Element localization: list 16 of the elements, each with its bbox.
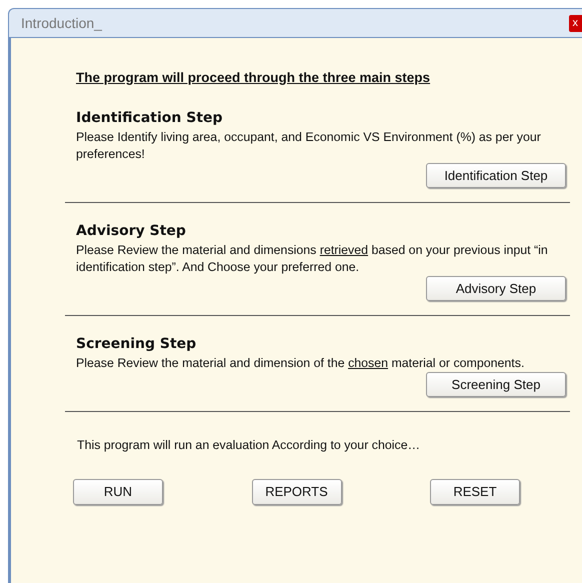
step-description: Please Identify living area, occupant, and Economic VS Environment (%) as per your preferences! <box>76 129 542 163</box>
footer-text: This program will run an evaluation According to your choice… <box>76 437 421 454</box>
heading: The program will proceed through the three main steps <box>76 69 432 87</box>
action-button[interactable]: REPORTS <box>252 479 342 505</box>
step-title: Identification Step <box>76 109 224 128</box>
close-button[interactable]: x <box>568 14 582 32</box>
step-title: Screening Step <box>76 335 198 354</box>
step-button[interactable]: Identification Step <box>426 162 566 188</box>
action-button[interactable]: RUN <box>73 479 163 505</box>
step-description: Please Review the material and dimension of the chosen material or components. <box>76 355 526 372</box>
step-button[interactable]: Screening Step <box>426 372 566 398</box>
step-button[interactable]: Advisory Step <box>426 276 566 302</box>
step-title: Advisory Step <box>76 222 187 242</box>
action-button[interactable]: RESET <box>430 479 520 505</box>
window-title: Introduction_ <box>21 14 102 33</box>
step-description: Please Review the material and dimensions retrieved based on your previous input “in identification step”. And Choose your preferred one. <box>76 242 549 276</box>
